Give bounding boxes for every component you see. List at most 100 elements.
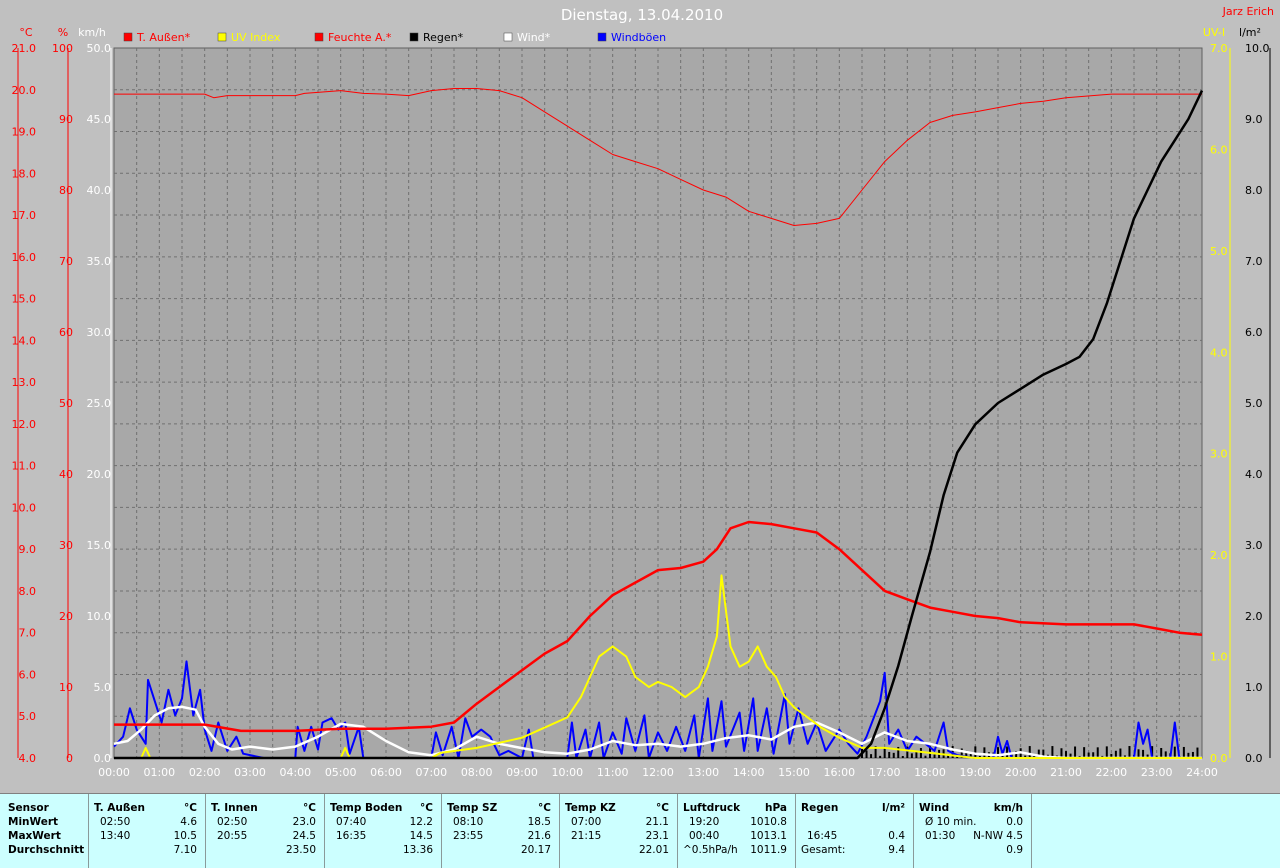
stats-col-temp-sz: Temp SZ °C 08:10 18.5 23:55 21.6 20.17 — [441, 794, 560, 868]
regen-total: 9.4 — [888, 844, 905, 856]
y-tick-label-wind-kmh: 20.0 — [87, 468, 112, 481]
x-tick-label: 16:00 — [823, 766, 855, 779]
wind-max-val: N-NW 4.5 — [973, 830, 1023, 842]
y-tick-label-wind-kmh: 40.0 — [87, 184, 112, 197]
y-tick-label-rain-lm2: 4.0 — [1245, 468, 1263, 481]
axis-unit-temp: °C — [19, 26, 33, 39]
header-luftdruck: Luftdruck — [683, 802, 741, 814]
y-tick-label-humidity-pct: 80 — [59, 184, 73, 197]
temp-sz-max-time: 23:55 — [453, 830, 484, 842]
chart-author: Jarz Erich — [1222, 5, 1274, 18]
unit-luftdruck: hPa — [765, 802, 787, 814]
header-t-innen: T. Innen — [211, 802, 258, 814]
legend-label: Wind* — [517, 31, 551, 44]
x-tick-label: 21:00 — [1050, 766, 1082, 779]
temp-sz-max-val: 21.6 — [527, 830, 551, 842]
luftdruck-max-time: 00:40 — [689, 830, 720, 842]
y-tick-label-temp-c: 10.0 — [12, 501, 37, 514]
legend-swatch — [409, 32, 419, 42]
stats-col-luftdruck: Luftdruck hPa 19:20 1010.8 00:40 1013.1 … — [677, 794, 796, 868]
t-aussen-max-val: 10.5 — [173, 830, 197, 842]
y-tick-label-uv-index: 1.0 — [1210, 651, 1228, 664]
axis-unit-uv: UV-I — [1203, 26, 1225, 39]
x-tick-label: 24:00 — [1186, 766, 1218, 779]
x-tick-label: 00:00 — [98, 766, 130, 779]
luftdruck-avg: 1011.9 — [750, 844, 787, 856]
y-tick-label-temp-c: 16.0 — [12, 251, 37, 264]
y-tick-label-rain-lm2: 3.0 — [1245, 539, 1263, 552]
y-tick-label-uv-index: 5.0 — [1210, 245, 1228, 258]
y-tick-label-humidity-pct: 0 — [66, 752, 73, 765]
y-tick-label-humidity-pct: 10 — [59, 681, 73, 694]
x-tick-label: 04:00 — [279, 766, 311, 779]
y-tick-label-temp-c: 17.0 — [12, 209, 37, 222]
x-tick-label: 01:00 — [143, 766, 175, 779]
temp-sz-avg: 20.17 — [520, 844, 551, 856]
y-tick-label-uv-index: 0.0 — [1210, 752, 1228, 765]
stats-col-t-innen: T. Innen °C 02:50 23.0 20:55 24.5 23.50 — [205, 794, 325, 868]
legend-label: Feuchte A.* — [328, 31, 392, 44]
legend-label: UV Index — [231, 31, 281, 44]
y-tick-label-temp-c: 4.0 — [19, 752, 37, 765]
y-tick-label-rain-lm2: 1.0 — [1245, 681, 1263, 694]
x-tick-label: 05:00 — [325, 766, 357, 779]
y-tick-label-rain-lm2: 5.0 — [1245, 397, 1263, 410]
chart-svg: 21.0 20.0 19.0 18.0 17.0 16.0 15.0 14.0 13.0 12.0… — [12, 5, 1275, 779]
unit-t-aussen: °C — [184, 802, 197, 814]
axis-unit-humidity: % — [58, 26, 68, 39]
stats-table: Sensor MinWert MaxWert Durchschnitt T. A… — [0, 793, 1280, 868]
unit-temp-boden: °C — [420, 802, 433, 814]
axis-unit-rain: l/m² — [1239, 26, 1261, 39]
temp-boden-min-time: 07:40 — [336, 816, 367, 828]
t-innen-min-val: 23.0 — [292, 816, 316, 828]
x-tick-label: 07:00 — [415, 766, 447, 779]
unit-temp-kz: °C — [656, 802, 669, 814]
row-label-min: MinWert — [8, 816, 59, 828]
wind-max-time: 01:30 — [925, 830, 956, 842]
unit-regen: l/m² — [882, 802, 905, 814]
x-tick-label: 13:00 — [687, 766, 719, 779]
unit-t-innen: °C — [303, 802, 316, 814]
y-tick-label-uv-index: 2.0 — [1210, 549, 1228, 562]
temp-kz-max-time: 21:15 — [571, 830, 602, 842]
wind-min-val: 0.0 — [1006, 816, 1023, 828]
y-tick-label-wind-kmh: 0.0 — [94, 752, 112, 765]
x-tick-label: 22:00 — [1095, 766, 1127, 779]
y-tick-label-uv-index: 4.0 — [1210, 346, 1228, 359]
y-tick-label-humidity-pct: 90 — [59, 113, 73, 126]
y-tick-label-temp-c: 8.0 — [19, 585, 37, 598]
temp-kz-avg: 22.01 — [638, 844, 669, 856]
regen-total-label: Gesamt: — [801, 844, 846, 856]
x-tick-label: 15:00 — [778, 766, 810, 779]
y-tick-label-rain-lm2: 8.0 — [1245, 184, 1263, 197]
stats-col-temp-kz: Temp KZ °C 07:00 21.1 21:15 23.1 22.01 — [559, 794, 678, 868]
header-temp-sz: Temp SZ — [447, 802, 498, 814]
t-innen-max-val: 24.5 — [292, 830, 316, 842]
header-sensor: Sensor — [8, 802, 49, 814]
temp-kz-max-val: 23.1 — [645, 830, 669, 842]
y-tick-label-temp-c: 6.0 — [19, 668, 37, 681]
y-tick-label-rain-lm2: 0.0 — [1245, 752, 1263, 765]
y-tick-label-rain-lm2: 9.0 — [1245, 113, 1263, 126]
temp-sz-min-val: 18.5 — [527, 816, 551, 828]
x-tick-label: 06:00 — [370, 766, 402, 779]
temp-boden-min-val: 12.2 — [409, 816, 433, 828]
x-tick-label: 19:00 — [959, 766, 991, 779]
y-tick-label-humidity-pct: 60 — [59, 326, 73, 339]
y-tick-label-temp-c: 21.0 — [12, 42, 37, 55]
header-wind: Wind — [919, 802, 950, 814]
stats-col-temp-boden: Temp Boden °C 07:40 12.2 16:35 14.5 13.3… — [324, 794, 442, 868]
y-tick-label-rain-lm2: 2.0 — [1245, 610, 1263, 623]
t-aussen-min-val: 4.6 — [180, 816, 197, 828]
temp-kz-min-val: 21.1 — [645, 816, 669, 828]
y-tick-label-wind-kmh: 5.0 — [94, 681, 112, 694]
t-aussen-min-time: 02:50 — [100, 816, 131, 828]
x-tick-label: 17:00 — [869, 766, 901, 779]
x-tick-label: 03:00 — [234, 766, 266, 779]
t-innen-min-time: 02:50 — [217, 816, 248, 828]
y-tick-label-uv-index: 3.0 — [1210, 448, 1228, 461]
t-aussen-max-time: 13:40 — [100, 830, 131, 842]
luftdruck-min-time: 19:20 — [689, 816, 720, 828]
header-t-aussen: T. Außen — [94, 802, 145, 814]
header-regen: Regen — [801, 802, 839, 814]
